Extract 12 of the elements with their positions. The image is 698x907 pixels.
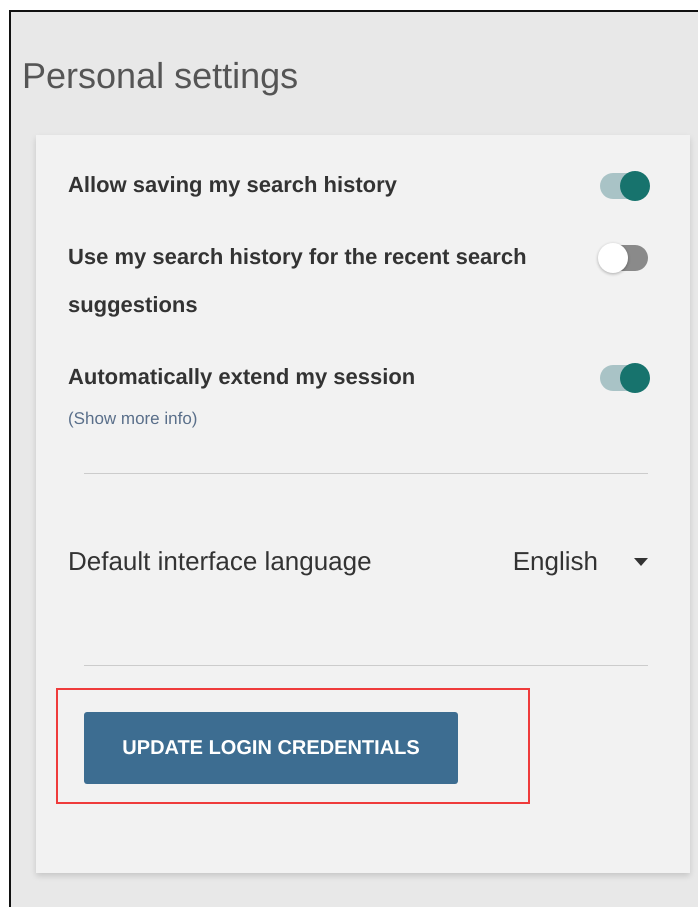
language-dropdown[interactable]: English: [512, 546, 648, 577]
setting-label: Automatically extend my session: [68, 363, 416, 391]
page-title: Personal settings: [22, 54, 298, 98]
toggle-switch[interactable]: [600, 245, 648, 271]
update-credentials-button[interactable]: UPDATE LOGIN CREDENTIALS: [84, 712, 458, 784]
toggle-switch[interactable]: [600, 365, 648, 391]
toggle-switch[interactable]: [600, 173, 648, 199]
show-more-link[interactable]: (Show more info): [68, 409, 198, 429]
caret-icon: [634, 558, 648, 566]
language-label: Default interface language: [68, 546, 372, 577]
setting-label: Use my search history for the recent search suggestions: [68, 243, 528, 319]
setting-label: Allow saving my search history: [68, 171, 397, 199]
